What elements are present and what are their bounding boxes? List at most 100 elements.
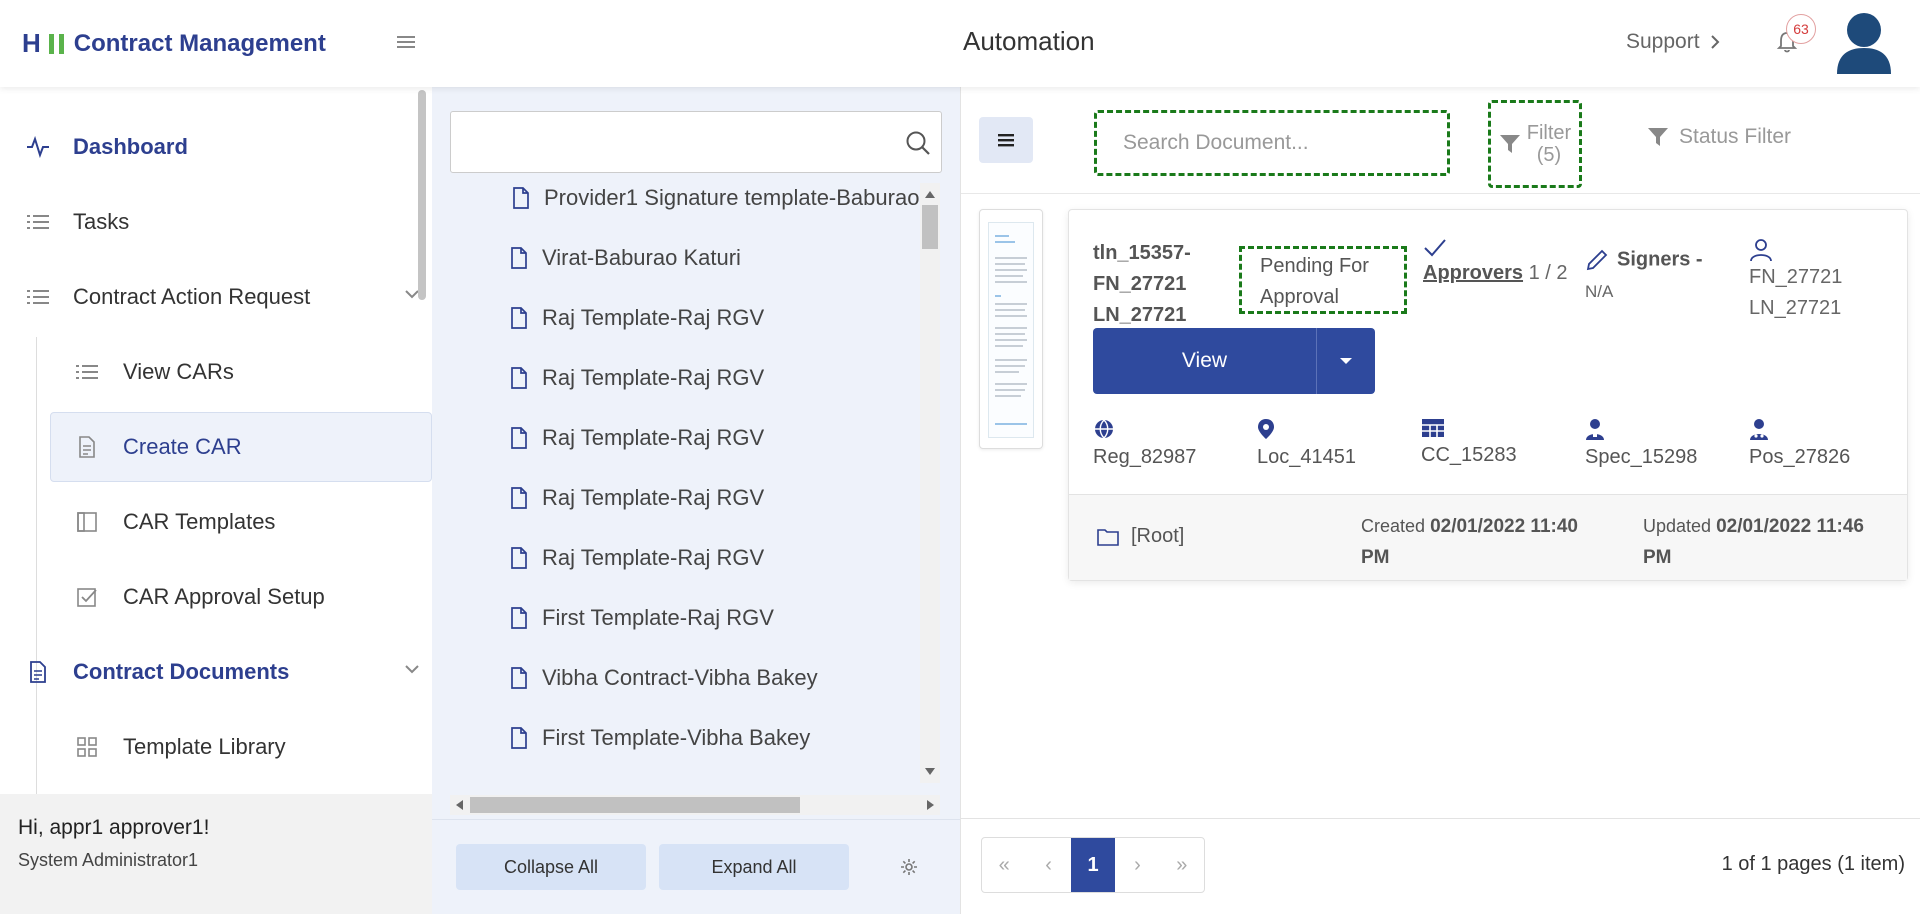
gear-icon[interactable] [900, 858, 918, 876]
sidebar-item-contract-action-request[interactable]: Contract Action Request [0, 262, 420, 332]
document-thumbnail[interactable] [979, 209, 1043, 449]
pencil-icon [1585, 248, 1609, 272]
file-icon [510, 547, 528, 569]
approvers-link[interactable]: Approvers [1423, 262, 1523, 284]
table-icon [1421, 418, 1517, 438]
tree-search-input[interactable] [450, 111, 942, 173]
status-filter-button[interactable]: Status Filter [1647, 125, 1791, 149]
document-meta: Reg_82987 Loc_41451 CC_15283 Spec_15298 … [1093, 418, 1893, 470]
tree-horizontal-scrollbar[interactable] [450, 795, 940, 815]
scroll-thumb[interactable] [922, 205, 938, 249]
user-role: System Administrator1 [18, 850, 199, 870]
signers-info: Signers - N/A [1585, 248, 1703, 302]
tree-item[interactable]: Raj Template-Raj RGV [510, 483, 764, 513]
filter-label: Filter [1526, 122, 1572, 144]
brand-bars-icon [48, 33, 64, 54]
tree-item[interactable]: Vibha Contract-Vibha Bakey [510, 663, 818, 693]
menu-toggle-button[interactable] [979, 117, 1033, 163]
user-md-icon [1749, 418, 1850, 440]
search-document-input[interactable] [1097, 113, 1447, 173]
sidebar-item-template-library[interactable]: Template Library [0, 712, 420, 782]
search-document-field[interactable] [1094, 110, 1450, 176]
scroll-up-icon[interactable] [925, 191, 935, 198]
list-icon [25, 288, 51, 306]
avatar[interactable] [1833, 10, 1895, 74]
tree-item-label: Virat-Baburao Katuri [542, 245, 741, 270]
meta-position: Pos_27826 [1749, 418, 1850, 469]
signers-value: N/A [1585, 282, 1614, 301]
sidebar-item-label: Contract Documents [73, 659, 290, 684]
collapse-all-button[interactable]: Collapse All [456, 844, 646, 890]
tree-item[interactable]: Raj Template-Raj RGV [510, 303, 764, 333]
brand-letter: H [22, 28, 41, 58]
map-pin-icon [1257, 418, 1356, 440]
document-icon [25, 661, 51, 683]
search-icon[interactable] [905, 130, 931, 156]
sidebar-scrollbar[interactable] [418, 90, 426, 300]
hamburger-menu-icon [998, 133, 1014, 147]
status-filter-label: Status Filter [1679, 125, 1792, 148]
file-icon [510, 247, 528, 269]
file-icon [510, 367, 528, 389]
scroll-right-icon[interactable] [927, 800, 934, 810]
sidebar-item-label: Template Library [123, 734, 286, 759]
pagination: « ‹ 1 › » [981, 837, 1205, 893]
template-tree-panel: Provider1 Signature template-Baburao Kat… [432, 87, 960, 914]
view-dropdown-toggle[interactable] [1317, 357, 1375, 365]
sidebar-item-label: Create CAR [123, 434, 242, 459]
next-page-button[interactable]: › [1115, 838, 1159, 892]
expand-all-button[interactable]: Expand All [659, 844, 849, 890]
tree-vertical-scrollbar[interactable] [920, 183, 940, 783]
first-page-button[interactable]: « [982, 838, 1026, 892]
file-icon [74, 436, 100, 458]
updated-date: Updated 02/01/2022 11:46 PM [1643, 516, 1864, 568]
last-page-button[interactable]: » [1160, 838, 1204, 892]
tree-item[interactable]: Raj Template-Raj RGV [510, 423, 764, 453]
scroll-left-icon[interactable] [456, 800, 463, 810]
owner-info: FN_27721 LN_27721 [1749, 238, 1842, 324]
file-icon [510, 487, 528, 509]
support-link[interactable]: Support [1626, 30, 1720, 54]
sidebar-item-label: Contract Action Request [73, 284, 311, 309]
sidebar-item-car-templates[interactable]: CAR Templates [0, 487, 420, 557]
filter-count: (5) [1536, 144, 1562, 166]
chevron-down-icon[interactable] [404, 664, 420, 674]
globe-icon [1093, 418, 1196, 440]
sidebar-item-view-cars[interactable]: View CARs [0, 337, 420, 407]
chevron-right-icon [1710, 34, 1720, 50]
file-icon [510, 607, 528, 629]
file-icon [510, 427, 528, 449]
view-button[interactable]: View [1093, 328, 1317, 394]
tree-item[interactable]: First Template-Raj RGV [510, 603, 774, 633]
tree-item[interactable]: Virat-Baburao Katuri [510, 243, 741, 273]
sidebar-item-create-car[interactable]: Create CAR [50, 412, 432, 482]
approvers-count: 1 / 2 [1528, 262, 1568, 284]
tree-item-label: Raj Template-Raj RGV [542, 305, 765, 330]
tree-item[interactable]: Provider1 Signature template-Baburao Kat… [512, 183, 920, 213]
sidebar-item-dashboard[interactable]: Dashboard [0, 112, 420, 182]
tree-item[interactable]: Raj Template-Raj RGV [510, 543, 764, 573]
tree-item-label: Raj Template-Raj RGV [542, 425, 765, 450]
brand-logo[interactable]: H Contract Management [22, 28, 326, 59]
scroll-down-icon[interactable] [925, 768, 935, 775]
tree-item[interactable]: Raj Template-Raj RGV [510, 363, 764, 393]
list-icon [74, 363, 100, 381]
filter-button[interactable]: Filter (5) [1488, 100, 1582, 188]
checkmark-icon [1423, 238, 1573, 258]
sidebar-item-contract-documents[interactable]: Contract Documents [0, 637, 420, 707]
document-name[interactable]: tln_15357- FN_27721 LN_27721 [1093, 238, 1233, 331]
prev-page-button[interactable]: ‹ [1026, 838, 1070, 892]
notification-badge[interactable]: 63 [1786, 14, 1816, 44]
document-preview-image [988, 222, 1034, 438]
sidebar-item-label: View CARs [123, 359, 234, 384]
hamburger-menu-icon[interactable] [396, 34, 416, 50]
folder-link[interactable]: [Root] [1097, 525, 1184, 548]
funnel-icon [1647, 126, 1669, 148]
tree-item-label: Raj Template-Raj RGV [542, 365, 765, 390]
sidebar-item-tasks[interactable]: Tasks [0, 187, 420, 257]
scroll-thumb[interactable] [470, 797, 800, 813]
tree-item[interactable]: First Template-Vibha Bakey [510, 723, 810, 753]
page-button[interactable]: 1 [1070, 838, 1116, 892]
person-icon [1749, 238, 1842, 262]
sidebar-item-car-approval-setup[interactable]: CAR Approval Setup [0, 562, 420, 632]
